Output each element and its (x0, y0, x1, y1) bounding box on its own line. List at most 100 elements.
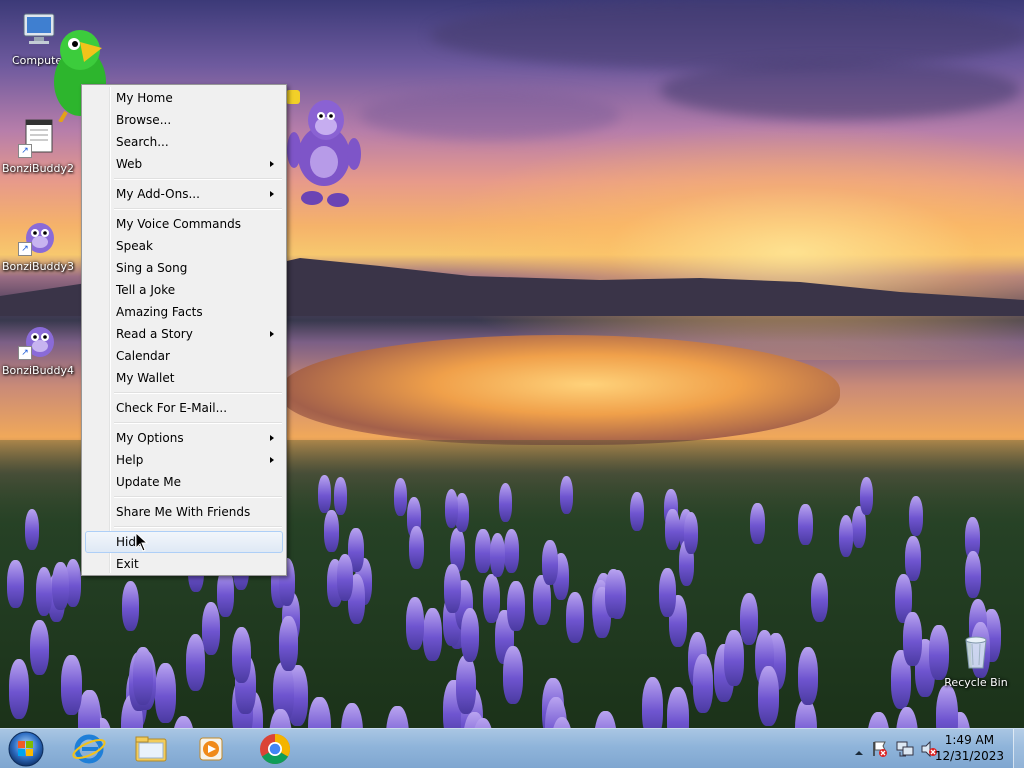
menu-item-help[interactable]: Help (84, 449, 284, 471)
taskbar-chrome[interactable] (248, 731, 302, 767)
wallpaper-flower (758, 665, 779, 727)
menu-item-my-wallet[interactable]: My Wallet (84, 367, 284, 389)
menu-item-hide[interactable]: Hide (85, 531, 283, 553)
wallpaper-flower (630, 491, 645, 532)
wallpaper-flower (905, 536, 921, 582)
submenu-arrow-icon (270, 435, 274, 441)
shortcut-arrow-icon: ↗ (18, 346, 32, 360)
menu-item-label: Update Me (116, 475, 182, 489)
shortcut-arrow-icon: ↗ (18, 242, 32, 256)
taskbar: 1:49 AM 12/31/2023 (0, 728, 1024, 769)
desktop-icon-label: Recycle Bin (944, 676, 1008, 689)
menu-item-search[interactable]: Search... (84, 131, 284, 153)
wallpaper-flower (798, 646, 819, 706)
submenu-arrow-icon (270, 457, 274, 463)
menu-separator (84, 493, 284, 501)
wallpaper-flower (460, 608, 480, 662)
wallpaper-flower (185, 634, 206, 692)
wallpaper-flower (750, 502, 765, 544)
wallpaper-flower (444, 488, 459, 529)
menu-item-web[interactable]: Web (84, 153, 284, 175)
notification-area: 1:49 AM 12/31/2023 (844, 729, 1024, 769)
bonzibuddy-shortcut-icon: ↗ (18, 118, 58, 158)
menu-item-share-me-with-friends[interactable]: Share Me With Friends (84, 501, 284, 523)
wallpaper-flower (658, 567, 676, 617)
wallpaper-flower (155, 663, 176, 724)
start-button[interactable] (6, 730, 46, 768)
desktop-icon-bonzibuddy3[interactable]: ↗ BonziBuddy3 (0, 216, 76, 273)
menu-item-speak[interactable]: Speak (84, 235, 284, 257)
wallpaper-flower (443, 564, 461, 613)
wallpaper-flower (909, 496, 924, 537)
menu-item-browse[interactable]: Browse... (84, 109, 284, 131)
wallpaper-sun-glow (420, 120, 1024, 360)
wallpaper-flower (502, 645, 523, 704)
menu-item-label: Read a Story (116, 327, 193, 341)
menu-item-read-a-story[interactable]: Read a Story (84, 323, 284, 345)
wallpaper-flower (724, 629, 744, 686)
menu-item-amazing-facts[interactable]: Amazing Facts (84, 301, 284, 323)
taskbar-internet-explorer[interactable] (62, 731, 116, 767)
action-center-flag-icon[interactable] (872, 740, 888, 762)
menu-item-calendar[interactable]: Calendar (84, 345, 284, 367)
submenu-arrow-icon (270, 161, 274, 167)
menu-item-sing-a-song[interactable]: Sing a Song (84, 257, 284, 279)
menu-separator (84, 419, 284, 427)
chrome-icon (260, 734, 291, 765)
desktop-icon-bonzibuddy4[interactable]: ↗ BonziBuddy4 (0, 320, 76, 377)
wallpaper-flower (61, 655, 82, 715)
wallpaper-cloud (430, 0, 1024, 70)
wallpaper-flower (964, 551, 981, 598)
desktop-icon-bonzibuddy2[interactable]: ↗ BonziBuddy2 (0, 118, 76, 175)
wallpaper-flower (936, 685, 958, 728)
show-hidden-icons-chevron[interactable] (854, 743, 864, 762)
show-desktop-button[interactable] (1013, 729, 1024, 769)
internet-explorer-icon (72, 734, 106, 764)
menu-item-tell-a-joke[interactable]: Tell a Joke (84, 279, 284, 301)
wallpaper-flower (336, 553, 354, 601)
taskbar-media-player[interactable] (184, 731, 238, 767)
menu-item-check-for-email[interactable]: Check For E-Mail... (84, 397, 284, 419)
wallpaper-flower (7, 559, 24, 608)
clock-time: 1:49 AM (944, 733, 995, 747)
menu-separator (84, 175, 284, 183)
menu-item-update-me[interactable]: Update Me (84, 471, 284, 493)
desktop[interactable]: Computer ↗ BonziBuddy2 ↗ BonziBuddy3 ↗ B… (0, 0, 1024, 728)
wallpaper-flower (859, 477, 873, 516)
menu-item-my-add-ons[interactable]: My Add-Ons... (84, 183, 284, 205)
system-clock[interactable]: 1:49 AM 12/31/2023 (935, 732, 1004, 764)
wallpaper-flower (121, 581, 140, 632)
wallpaper-flower (133, 647, 154, 706)
network-icon[interactable] (896, 740, 914, 762)
desktop-icon-label: BonziBuddy2 (1, 162, 75, 175)
submenu-arrow-icon (270, 331, 274, 337)
wallpaper-flower (503, 528, 519, 573)
bonzi-context-menu[interactable]: My Home Browse... Search... Web My Add-O… (81, 84, 287, 576)
menu-separator (84, 389, 284, 397)
menu-item-label: Sing a Song (116, 261, 188, 275)
menu-item-label: My Options (116, 431, 184, 445)
menu-item-label: Tell a Joke (116, 283, 176, 297)
wallpaper-cloud (660, 60, 1020, 120)
wallpaper-flower (566, 591, 584, 644)
wallpaper-flower (232, 626, 252, 683)
menu-item-my-options[interactable]: My Options (84, 427, 284, 449)
menu-item-label: My Voice Commands (116, 217, 241, 231)
taskbar-file-explorer[interactable] (124, 731, 178, 767)
menu-item-label: Share Me With Friends (116, 505, 251, 519)
wallpaper-lake (280, 335, 840, 445)
wallpaper-cloud (360, 90, 620, 140)
menu-separator (84, 205, 284, 213)
media-player-icon (199, 737, 223, 761)
menu-item-exit[interactable]: Exit (84, 553, 284, 575)
desktop-icon-recycle-bin[interactable]: Recycle Bin (938, 632, 1014, 689)
wallpaper-flower (498, 483, 513, 522)
menu-item-my-voice-commands[interactable]: My Voice Commands (84, 213, 284, 235)
desktop-icon-label: BonziBuddy3 (1, 260, 75, 273)
wallpaper-flower (838, 514, 854, 557)
menu-item-label: Calendar (116, 349, 170, 363)
purple-gorilla-character[interactable] (284, 90, 362, 208)
menu-item-my-home[interactable]: My Home (84, 87, 284, 109)
windows-start-icon (8, 731, 44, 767)
menu-item-label: Check For E-Mail... (116, 401, 228, 415)
